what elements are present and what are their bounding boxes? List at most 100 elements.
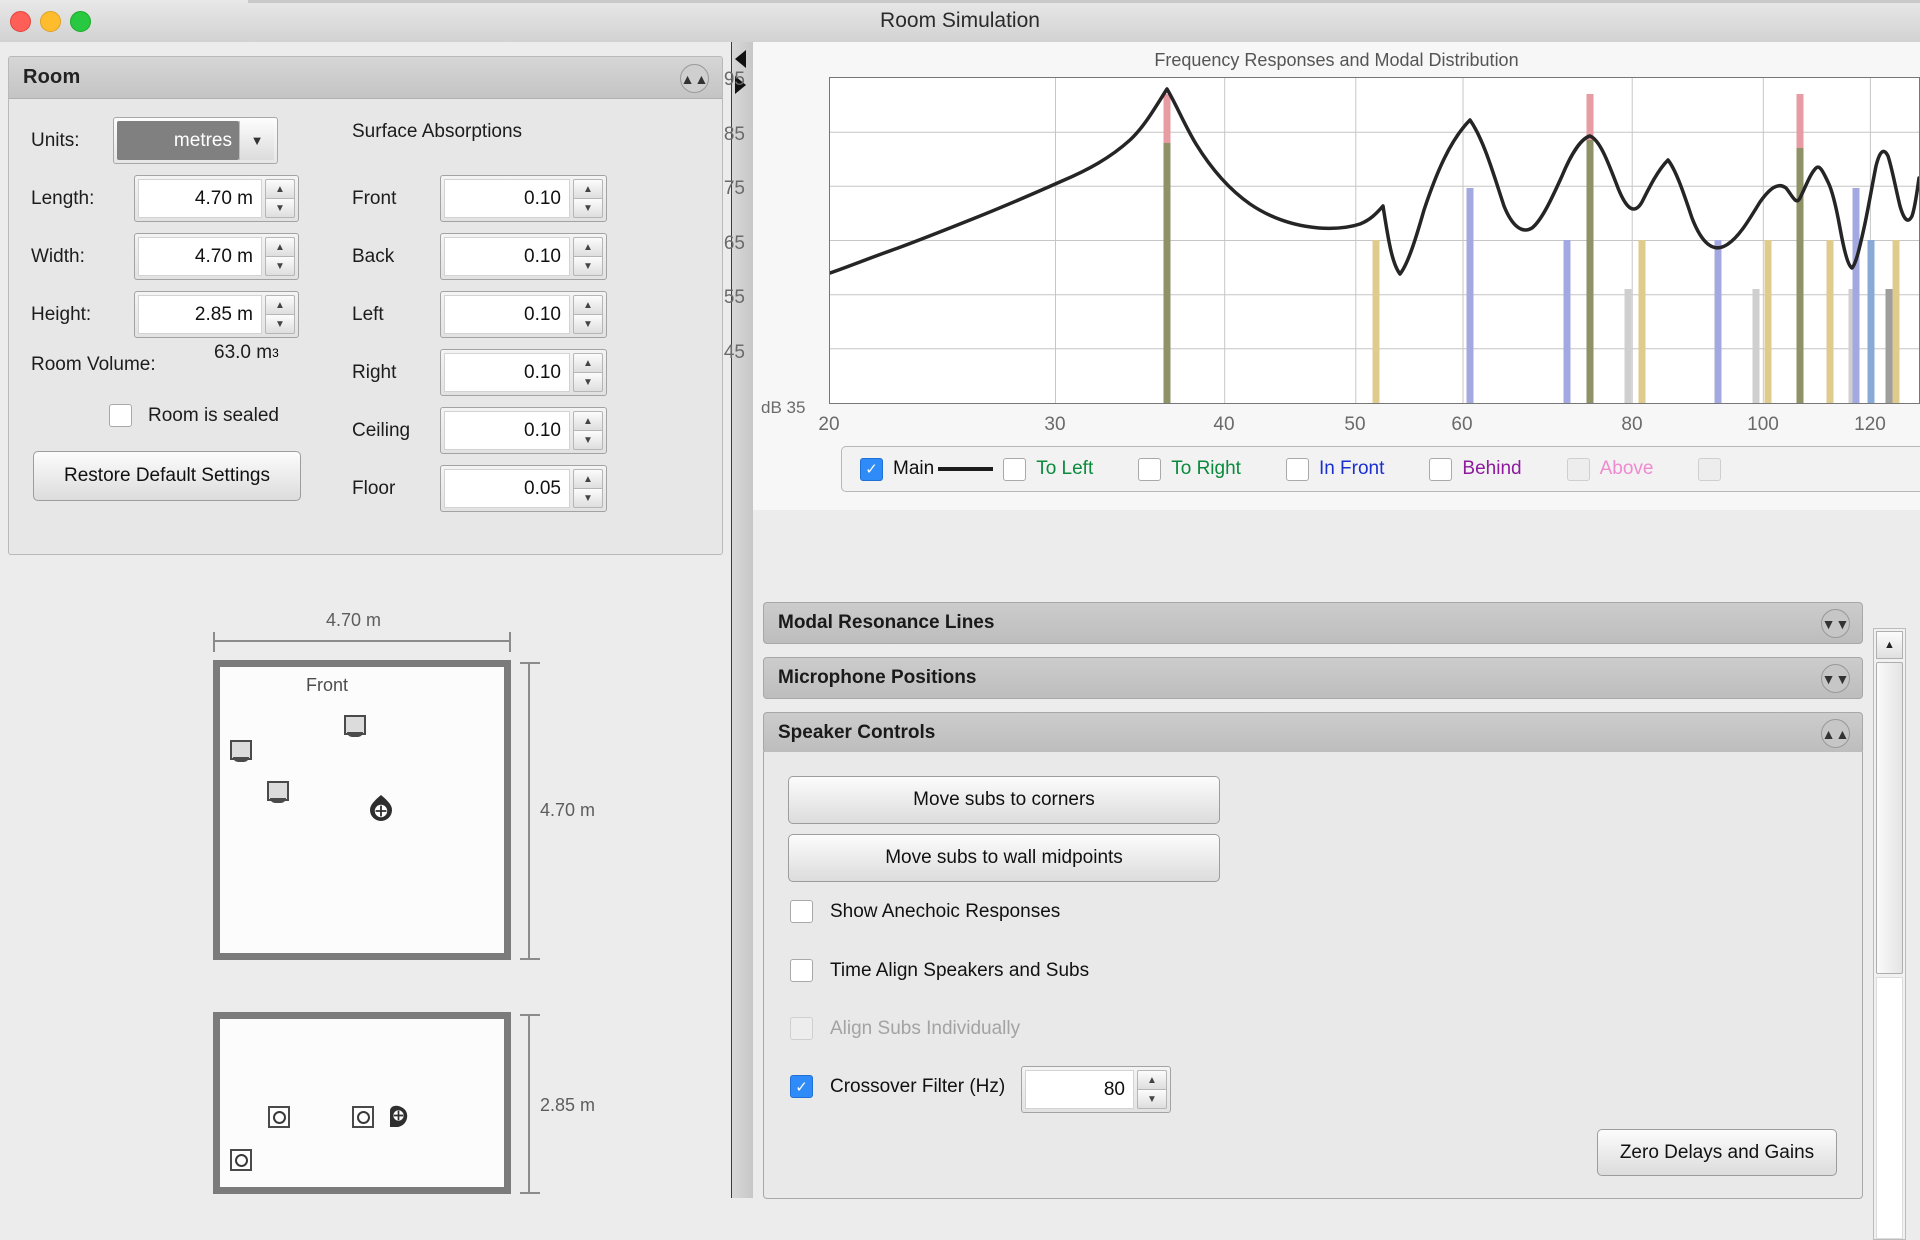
absorption-stepper-buttons-left[interactable]: ▲ ▼ (573, 295, 603, 334)
legend-item-overflow[interactable] (1698, 458, 1721, 481)
absorption-increment-floor[interactable]: ▲ (573, 469, 603, 488)
chart-plot-area[interactable] (829, 77, 1920, 404)
speaker-icon-main-right[interactable] (344, 715, 366, 735)
absorption-decrement-back[interactable]: ▼ (573, 256, 603, 276)
legend-checkbox-to-left[interactable] (1003, 458, 1026, 481)
room-panel-header[interactable]: Room ▲▲ (9, 57, 722, 99)
absorption-input-right[interactable]: 0.10 (444, 353, 570, 392)
height-stepper[interactable]: 2.85 m ▲ ▼ (134, 291, 299, 338)
width-decrement-button[interactable]: ▼ (265, 256, 295, 276)
close-window-button[interactable] (10, 11, 31, 32)
absorption-increment-ceiling[interactable]: ▲ (573, 411, 603, 430)
absorption-increment-back[interactable]: ▲ (573, 237, 603, 256)
legend-checkbox-main[interactable]: ✓ (860, 458, 883, 481)
chart-legend[interactable]: ✓ Main To Left To Right In Front (841, 446, 1920, 492)
speaker-side-icon-sub[interactable] (230, 1149, 252, 1171)
frequency-response-chart[interactable]: Frequency Responses and Modal Distributi… (753, 42, 1920, 510)
legend-checkbox-in-front[interactable] (1286, 458, 1309, 481)
absorption-input-left[interactable]: 0.10 (444, 295, 570, 334)
panel-splitter[interactable] (731, 42, 755, 1198)
crossover-frequency-stepper[interactable]: 80 ▲ ▼ (1021, 1066, 1171, 1113)
accordion-microphone-positions[interactable]: Microphone Positions ▼▼ (763, 657, 1863, 699)
crossover-stepper-buttons[interactable]: ▲ ▼ (1137, 1070, 1167, 1109)
crossover-decrement-button[interactable]: ▼ (1137, 1089, 1167, 1109)
accordion-modal-resonance-lines[interactable]: Modal Resonance Lines ▼▼ (763, 602, 1863, 644)
right-panel-scrollbar[interactable]: ▲ (1873, 628, 1906, 1240)
speaker-icon-main-left[interactable] (230, 740, 252, 760)
absorption-stepper-buttons-front[interactable]: ▲ ▼ (573, 179, 603, 218)
absorption-stepper-right[interactable]: 0.10 ▲ ▼ (440, 349, 607, 396)
scroll-up-button[interactable]: ▲ (1876, 631, 1903, 659)
height-input[interactable]: 2.85 m (138, 295, 262, 334)
accordion-speaker-controls[interactable]: Speaker Controls ▲▲ (763, 712, 1863, 754)
absorption-stepper-back[interactable]: 0.10 ▲ ▼ (440, 233, 607, 280)
listener-position-icon[interactable] (368, 794, 394, 822)
absorption-stepper-left[interactable]: 0.10 ▲ ▼ (440, 291, 607, 338)
length-stepper[interactable]: 4.70 m ▲ ▼ (134, 175, 299, 222)
speaker-side-icon-1[interactable] (268, 1106, 290, 1128)
legend-checkbox-to-right[interactable] (1138, 458, 1161, 481)
chevron-down-icon[interactable]: ▼ (239, 121, 274, 160)
units-combobox[interactable]: metres ▼ (113, 117, 278, 164)
length-stepper-buttons[interactable]: ▲ ▼ (265, 179, 295, 218)
absorption-stepper-floor[interactable]: 0.05 ▲ ▼ (440, 465, 607, 512)
legend-checkbox-overflow[interactable] (1698, 458, 1721, 481)
show-anechoic-responses-checkbox[interactable] (790, 900, 813, 923)
height-increment-button[interactable]: ▲ (265, 295, 295, 314)
room-sealed-row[interactable]: Room is sealed (109, 404, 279, 427)
room-sealed-checkbox[interactable] (109, 404, 132, 427)
room-plan-view[interactable]: 4.70 m Front 4.70 m (0, 562, 731, 922)
width-stepper-buttons[interactable]: ▲ ▼ (265, 237, 295, 276)
absorption-decrement-right[interactable]: ▼ (573, 372, 603, 392)
absorption-increment-right[interactable]: ▲ (573, 353, 603, 372)
legend-item-in-front[interactable]: In Front (1286, 458, 1384, 481)
legend-checkbox-behind[interactable] (1429, 458, 1452, 481)
crossover-filter-checkbox[interactable]: ✓ (790, 1075, 813, 1098)
absorption-input-floor[interactable]: 0.05 (444, 469, 570, 508)
legend-item-behind[interactable]: Behind (1429, 458, 1521, 481)
legend-item-to-right[interactable]: To Right (1138, 458, 1241, 481)
width-input[interactable]: 4.70 m (138, 237, 262, 276)
absorption-increment-front[interactable]: ▲ (573, 179, 603, 198)
length-increment-button[interactable]: ▲ (265, 179, 295, 198)
legend-item-main[interactable]: ✓ Main (860, 458, 993, 481)
height-stepper-buttons[interactable]: ▲ ▼ (265, 295, 295, 334)
width-increment-button[interactable]: ▲ (265, 237, 295, 256)
absorption-decrement-floor[interactable]: ▼ (573, 488, 603, 508)
listener-head-icon[interactable] (386, 1105, 412, 1131)
zoom-window-button[interactable] (70, 11, 91, 32)
legend-item-to-left[interactable]: To Left (1003, 458, 1093, 481)
scrollbar-thumb[interactable] (1876, 662, 1903, 974)
room-elevation-view[interactable]: 2.85 m 4.70 m (0, 967, 731, 1198)
absorption-stepper-buttons-floor[interactable]: ▲ ▼ (573, 469, 603, 508)
legend-item-above[interactable]: Above (1567, 458, 1654, 481)
absorption-stepper-ceiling[interactable]: 0.10 ▲ ▼ (440, 407, 607, 454)
crossover-increment-button[interactable]: ▲ (1137, 1070, 1167, 1089)
absorption-stepper-buttons-ceiling[interactable]: ▲ ▼ (573, 411, 603, 450)
crossover-filter-row[interactable]: ✓ Crossover Filter (Hz) (790, 1075, 1005, 1098)
chevron-up-double-icon[interactable]: ▲▲ (1821, 719, 1850, 748)
absorption-input-front[interactable]: 0.10 (444, 179, 570, 218)
move-subs-to-wall-midpoints-button[interactable]: Move subs to wall midpoints (788, 834, 1220, 882)
width-stepper[interactable]: 4.70 m ▲ ▼ (134, 233, 299, 280)
speaker-side-icon-2[interactable] (352, 1106, 374, 1128)
length-input[interactable]: 4.70 m (138, 179, 262, 218)
chevron-down-double-icon[interactable]: ▼▼ (1821, 664, 1850, 693)
crossover-frequency-input[interactable]: 80 (1025, 1070, 1134, 1109)
absorption-increment-left[interactable]: ▲ (573, 295, 603, 314)
absorption-stepper-front[interactable]: 0.10 ▲ ▼ (440, 175, 607, 222)
height-decrement-button[interactable]: ▼ (265, 314, 295, 334)
plan-room-boundary[interactable]: Front (213, 660, 511, 960)
minimize-window-button[interactable] (40, 11, 61, 32)
time-align-speakers-and-subs-row[interactable]: Time Align Speakers and Subs (790, 959, 1089, 982)
absorption-decrement-left[interactable]: ▼ (573, 314, 603, 334)
restore-default-settings-button[interactable]: Restore Default Settings (33, 451, 301, 501)
absorption-stepper-buttons-right[interactable]: ▲ ▼ (573, 353, 603, 392)
absorption-input-ceiling[interactable]: 0.10 (444, 411, 570, 450)
absorption-input-back[interactable]: 0.10 (444, 237, 570, 276)
show-anechoic-responses-row[interactable]: Show Anechoic Responses (790, 900, 1060, 923)
elevation-room-boundary[interactable] (213, 1012, 511, 1194)
absorption-stepper-buttons-back[interactable]: ▲ ▼ (573, 237, 603, 276)
speaker-icon-sub[interactable] (267, 781, 289, 801)
time-align-speakers-and-subs-checkbox[interactable] (790, 959, 813, 982)
